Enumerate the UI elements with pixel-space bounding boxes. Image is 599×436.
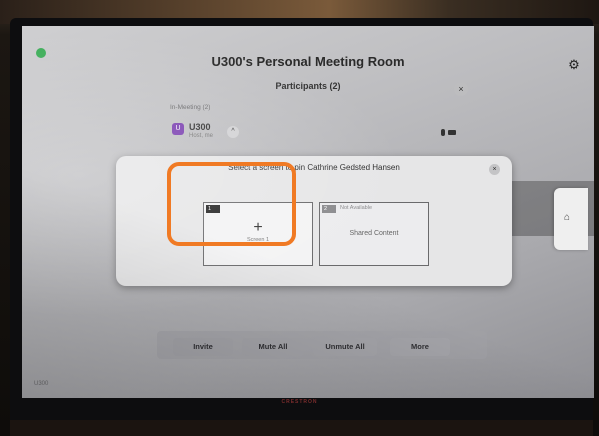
participant-name: U300	[189, 122, 211, 132]
gear-icon[interactable]: ⚙	[567, 58, 581, 72]
chevron-up-icon[interactable]: ^	[227, 126, 239, 138]
unavailable-label: Not Available	[340, 205, 373, 211]
highlight-annotation	[167, 162, 296, 246]
modal-close-button[interactable]: ×	[489, 164, 500, 175]
room-code-label: U300	[34, 381, 49, 387]
invite-button[interactable]: Invite	[173, 338, 233, 356]
unmute-all-button[interactable]: Unmute All	[313, 338, 377, 356]
room-title: U300's Personal Meeting Room	[211, 54, 405, 69]
in-meeting-label: In-Meeting (2)	[170, 104, 211, 111]
brand-logo: CRESTRON	[281, 399, 318, 405]
participants-title: Participants (2)	[275, 81, 341, 91]
shared-content-label: Shared Content	[349, 230, 399, 237]
home-icon[interactable]: ⌂	[562, 213, 572, 223]
more-button[interactable]: More	[390, 338, 450, 356]
microphone-icon[interactable]	[441, 129, 445, 136]
participant-role: Host, me	[189, 133, 214, 139]
avatar: U	[172, 123, 184, 135]
mute-all-button[interactable]: Mute All	[242, 338, 304, 356]
participants-close-button[interactable]: ×	[454, 82, 468, 96]
touch-screen: U300's Personal Meeting Room ⚙ Participa…	[22, 26, 594, 398]
screen-number-badge: 2	[322, 205, 336, 213]
camera-icon[interactable]	[448, 130, 456, 135]
screen-option-2[interactable]: 2 Not Available Shared Content	[319, 202, 429, 266]
bottom-frame	[10, 420, 593, 436]
